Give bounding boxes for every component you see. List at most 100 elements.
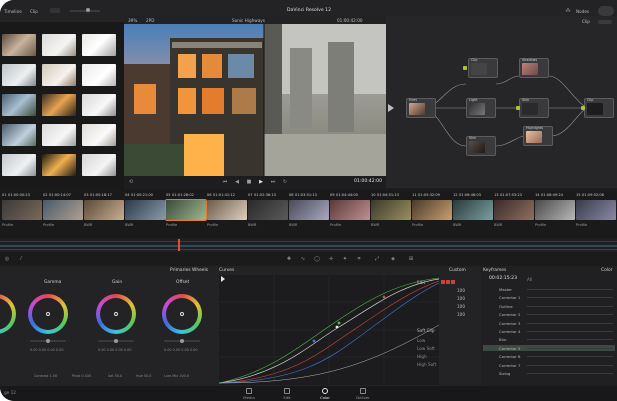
keyframe-track[interactable] — [527, 356, 613, 358]
keyframe-row[interactable]: Corrector 7 — [483, 362, 615, 368]
stop-icon[interactable]: ■ — [246, 179, 252, 185]
keyframe-row[interactable]: Master — [483, 286, 615, 292]
custom-value-3[interactable]: 100 — [457, 304, 465, 309]
gallery-thumb[interactable] — [42, 94, 76, 116]
keyframe-row[interactable]: Corrector 5 — [483, 344, 615, 351]
node-highlights[interactable]: Highlights — [523, 126, 553, 146]
keyframe-track[interactable] — [527, 339, 613, 341]
gallery-thumb[interactable] — [2, 64, 36, 86]
eyedropper-icon[interactable]: ⁄ — [18, 256, 24, 262]
custom-value-2[interactable]: 100 — [457, 296, 465, 301]
keyframe-row[interactable]: Corrector 3 — [483, 320, 615, 326]
custom-value-4[interactable]: 100 — [457, 312, 465, 317]
gallery-thumb[interactable] — [42, 64, 76, 86]
key-icon[interactable]: ⌗ — [356, 256, 362, 262]
offset-wheel[interactable] — [162, 294, 202, 334]
deliver-page-button[interactable]: Deliver — [348, 388, 378, 400]
edit-page-button[interactable]: Edit — [272, 388, 302, 400]
clip-thumbnail[interactable] — [371, 200, 411, 220]
keyframe-row[interactable]: Outline — [483, 303, 615, 309]
keyframe-track[interactable] — [527, 373, 613, 374]
keyframe-track[interactable] — [527, 305, 613, 307]
node-light[interactable]: Light — [466, 98, 496, 118]
keyframe-row[interactable]: Corrector 2 — [483, 311, 615, 317]
nodes-tab[interactable]: Nodes — [576, 9, 589, 14]
channel-red-swatch[interactable] — [446, 280, 450, 284]
audio-track[interactable] — [0, 249, 617, 250]
scopes-icon[interactable]: ⊞ — [408, 256, 414, 262]
clip-thumbnail[interactable] — [535, 200, 575, 220]
mini-timeline[interactable] — [0, 238, 617, 252]
keyframe-track[interactable] — [527, 331, 613, 332]
saturation-field[interactable]: Sat 50.0 — [108, 374, 122, 378]
gamma-master-slider[interactable] — [30, 339, 66, 343]
skip-back-icon[interactable]: ⏮ — [222, 179, 228, 185]
repeat-icon[interactable]: ↻ — [282, 179, 288, 185]
wheels-mode-icon[interactable]: ◎ — [4, 256, 10, 262]
clip-thumbnail[interactable] — [453, 200, 493, 220]
clip-thumbnail[interactable] — [2, 200, 42, 220]
loop-icon[interactable]: ⟲ — [128, 179, 134, 185]
video-track[interactable] — [0, 245, 617, 247]
gallery-thumb[interactable] — [82, 124, 116, 146]
window-icon[interactable]: ◯ — [314, 256, 320, 262]
toggle-pill[interactable] — [598, 6, 614, 16]
node-input-dot[interactable] — [581, 106, 585, 110]
gallery-thumb[interactable] — [42, 154, 76, 176]
gain-master-slider[interactable] — [98, 339, 134, 343]
clip-thumbnail[interactable] — [289, 200, 329, 220]
gallery-thumb[interactable] — [42, 124, 76, 146]
timeline-tab[interactable]: Timeline — [4, 9, 22, 14]
clip-thumbnail[interactable] — [412, 200, 452, 220]
tracker-icon[interactable]: ✛ — [328, 256, 334, 262]
clip-thumbnail[interactable] — [165, 199, 207, 221]
keyframe-row[interactable]: Corrector 6 — [483, 353, 615, 359]
pivot-field[interactable]: Pivot 0.435 — [72, 374, 91, 378]
skip-forward-icon[interactable]: ⏭ — [270, 179, 276, 185]
viewer[interactable] — [124, 24, 386, 176]
hue-field[interactable]: Hue 50.0 — [136, 374, 151, 378]
gamma-wheel[interactable] — [28, 294, 68, 334]
keyframe-track[interactable] — [527, 297, 613, 299]
keyframe-track[interactable] — [527, 347, 613, 349]
keyframes-filter[interactable]: All — [527, 277, 532, 282]
node-clip[interactable]: Clip — [468, 58, 498, 78]
keyframe-track[interactable] — [527, 364, 613, 366]
gallery-thumb[interactable] — [82, 94, 116, 116]
node-output[interactable]: Clip — [584, 98, 614, 118]
clip-thumbnail[interactable] — [330, 200, 370, 220]
clip-tab[interactable]: Clip — [30, 9, 38, 14]
gallery-thumb[interactable] — [82, 34, 116, 56]
clip-thumbnail[interactable] — [248, 200, 288, 220]
media-page-button[interactable]: Media — [234, 388, 264, 400]
keyframe-row[interactable]: Blur — [483, 336, 615, 342]
gallery-thumb[interactable] — [82, 154, 116, 176]
curves-mode-icon[interactable]: ∿ — [300, 256, 306, 262]
gallery-thumb[interactable] — [2, 154, 36, 176]
gallery-thumb[interactable] — [2, 34, 36, 56]
qualifier-icon[interactable]: ✚ — [286, 256, 292, 262]
clip-thumbnail[interactable] — [576, 200, 616, 220]
keyframe-track[interactable] — [527, 314, 613, 316]
gallery-thumb[interactable] — [2, 124, 36, 146]
node-input-dot[interactable] — [516, 106, 520, 110]
step-back-icon[interactable]: ◀ — [234, 179, 240, 185]
gallery-thumb[interactable] — [2, 94, 36, 116]
curves-graph[interactable] — [219, 275, 439, 385]
clip-dropdown[interactable] — [50, 8, 60, 13]
clip-thumbnail[interactable] — [43, 200, 83, 220]
clip-thumbnail[interactable] — [494, 200, 534, 220]
keyframe-row[interactable]: Corrector 1 — [483, 294, 615, 300]
playhead[interactable] — [178, 239, 180, 251]
slider-knob[interactable] — [86, 8, 90, 12]
node-editor[interactable]: Clip Clip Shadows Eyes Light Skin Skin H… — [386, 16, 617, 188]
node-skin-2[interactable]: Skin — [466, 136, 496, 156]
keyframe-row[interactable]: Corrector 4 — [483, 328, 615, 334]
play-icon[interactable]: ▶ — [258, 179, 264, 185]
nodes-icon[interactable]: ⁂ — [565, 8, 571, 14]
3d-icon[interactable]: ◈ — [390, 256, 396, 262]
lift-wheel[interactable] — [0, 294, 16, 334]
keyframe-track[interactable] — [527, 322, 613, 324]
keyframe-row[interactable]: Sizing — [483, 370, 615, 376]
thumbnail-size-slider[interactable] — [70, 10, 100, 12]
